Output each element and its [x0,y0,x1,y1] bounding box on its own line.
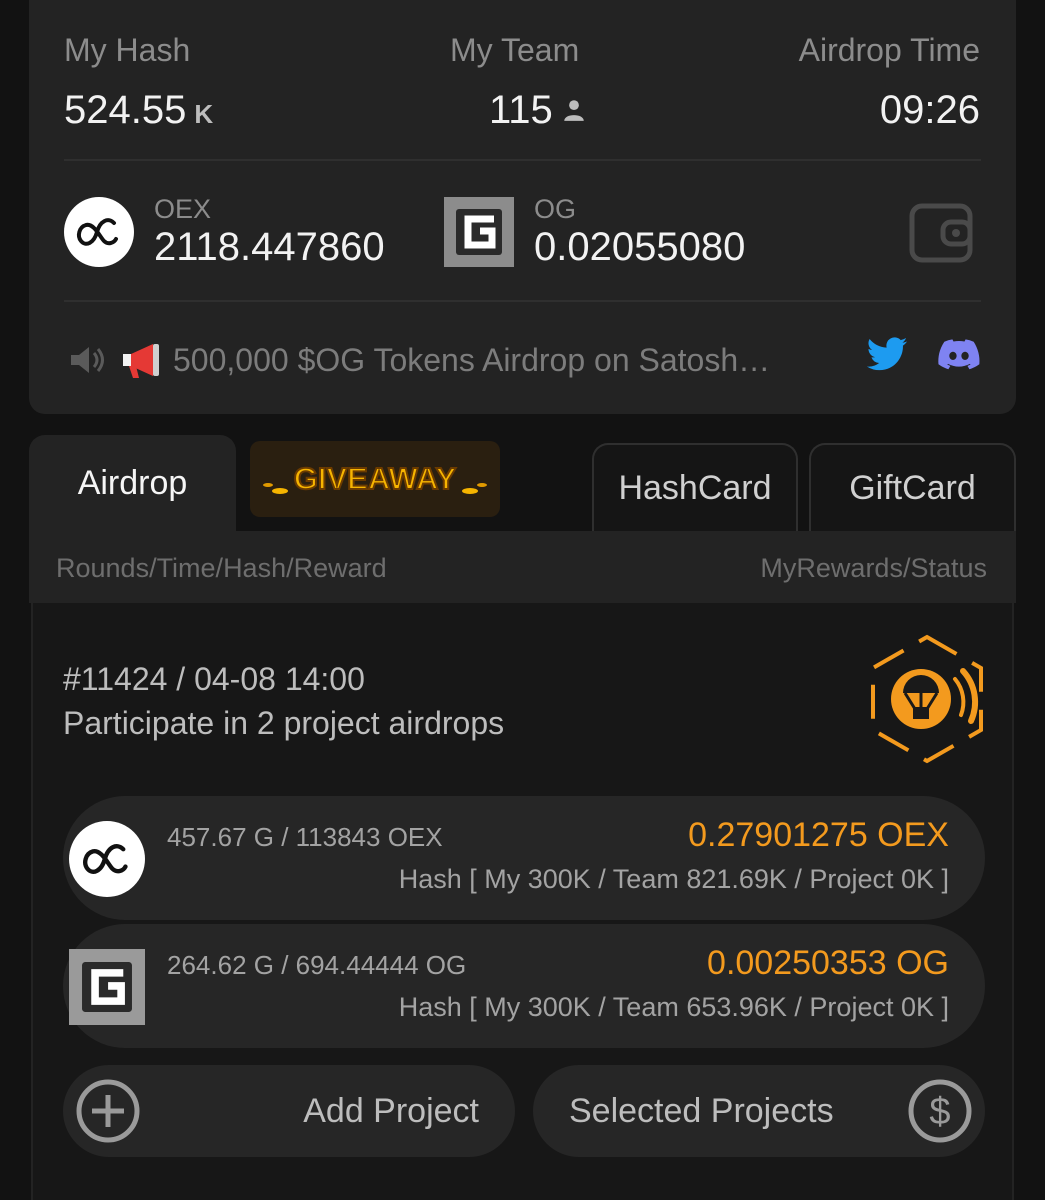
tab-hashcard[interactable]: HashCard [592,443,798,531]
selected-projects-label: Selected Projects [569,1091,834,1130]
svg-text:$: $ [929,1091,950,1133]
dollar-circle-icon: $ [908,1079,972,1143]
giveaway-banner: GIVEAWAY [263,460,487,497]
airdrop-time-value: 09:26 [880,88,980,133]
oex-logo-icon [69,821,145,897]
person-icon [564,100,584,121]
header-rounds: Rounds/Time/Hash/Reward [56,553,387,583]
parachute-icon[interactable] [859,631,995,767]
add-project-button[interactable]: Add Project [63,1065,515,1157]
oex-symbol: OEX [154,194,212,224]
giveaway-label: GIVEAWAY [294,461,457,496]
oex-balance: OEX 2118.447860 [64,194,385,270]
plus-circle-icon [76,1079,140,1143]
table-header: Rounds/Time/Hash/Reward MyRewards/Status [29,531,1016,603]
announcement-text: 500,000 $OG Tokens Airdrop on Satosh… [173,341,771,378]
og-logo-icon [444,197,514,267]
team-count: 115 [489,88,553,132]
og-symbol: OG [534,194,577,224]
my-hash-label: My Hash [64,32,191,68]
selected-projects-button[interactable]: Selected Projects $ [533,1065,985,1157]
my-team-label: My Team [450,32,580,68]
speaker-icon [71,347,104,373]
megaphone-icon [123,344,159,378]
project-pool-amount: 264.62 G / 694.44444 OG [167,950,467,980]
divider [64,300,981,302]
project-row-oex[interactable]: 457.67 G / 113843 OEX 0.27901275 OEX Has… [63,796,985,920]
divider [64,159,981,161]
airdrop-time-label: Airdrop Time [798,32,980,68]
og-amount: 0.02055080 [534,225,746,269]
header-rewards: MyRewards/Status [760,553,987,583]
stats-card: My Hash My Team Airdrop Time 524.55 K 11… [29,0,1016,414]
project-reward: 0.27901275 OEX [688,816,949,854]
tab-airdrop[interactable]: Airdrop [29,435,236,531]
oex-amount: 2118.447860 [154,225,385,269]
twitter-icon[interactable] [865,332,909,376]
tab-giveaway[interactable]: GIVEAWAY [250,441,500,517]
airdrop-countdown: 09:26 [879,88,980,132]
project-row-og[interactable]: 264.62 G / 694.44444 OG 0.00250353 OG Ha… [63,924,985,1048]
wallet-icon[interactable] [909,200,975,266]
project-hash-info: Hash [ My 300K / Team 821.69K / Project … [398,864,949,894]
hash-unit: K [194,99,214,129]
tab-giftcard[interactable]: GiftCard [809,443,1016,531]
my-team-value[interactable]: 115 [489,88,587,133]
add-project-label: Add Project [303,1091,479,1130]
round-panel: #11424 / 04-08 14:00 Participate in 2 pr… [31,603,1014,1200]
og-logo-icon [69,949,145,1025]
round-title: #11424 / 04-08 14:00 [63,661,365,697]
project-hash-info: Hash [ My 300K / Team 653.96K / Project … [398,992,949,1022]
project-reward: 0.00250353 OG [707,944,949,982]
discord-icon[interactable] [937,332,981,376]
og-balance: OG 0.02055080 [444,194,745,270]
announcement-bar[interactable]: 500,000 $OG Tokens Airdrop on Satosh… [67,335,770,385]
my-hash-value: 524.55 K [64,88,213,133]
round-subtitle: Participate in 2 project airdrops [63,705,505,741]
hash-number: 524.55 [64,88,187,132]
oex-logo-icon [64,197,134,267]
project-pool-amount: 457.67 G / 113843 OEX [167,822,443,852]
